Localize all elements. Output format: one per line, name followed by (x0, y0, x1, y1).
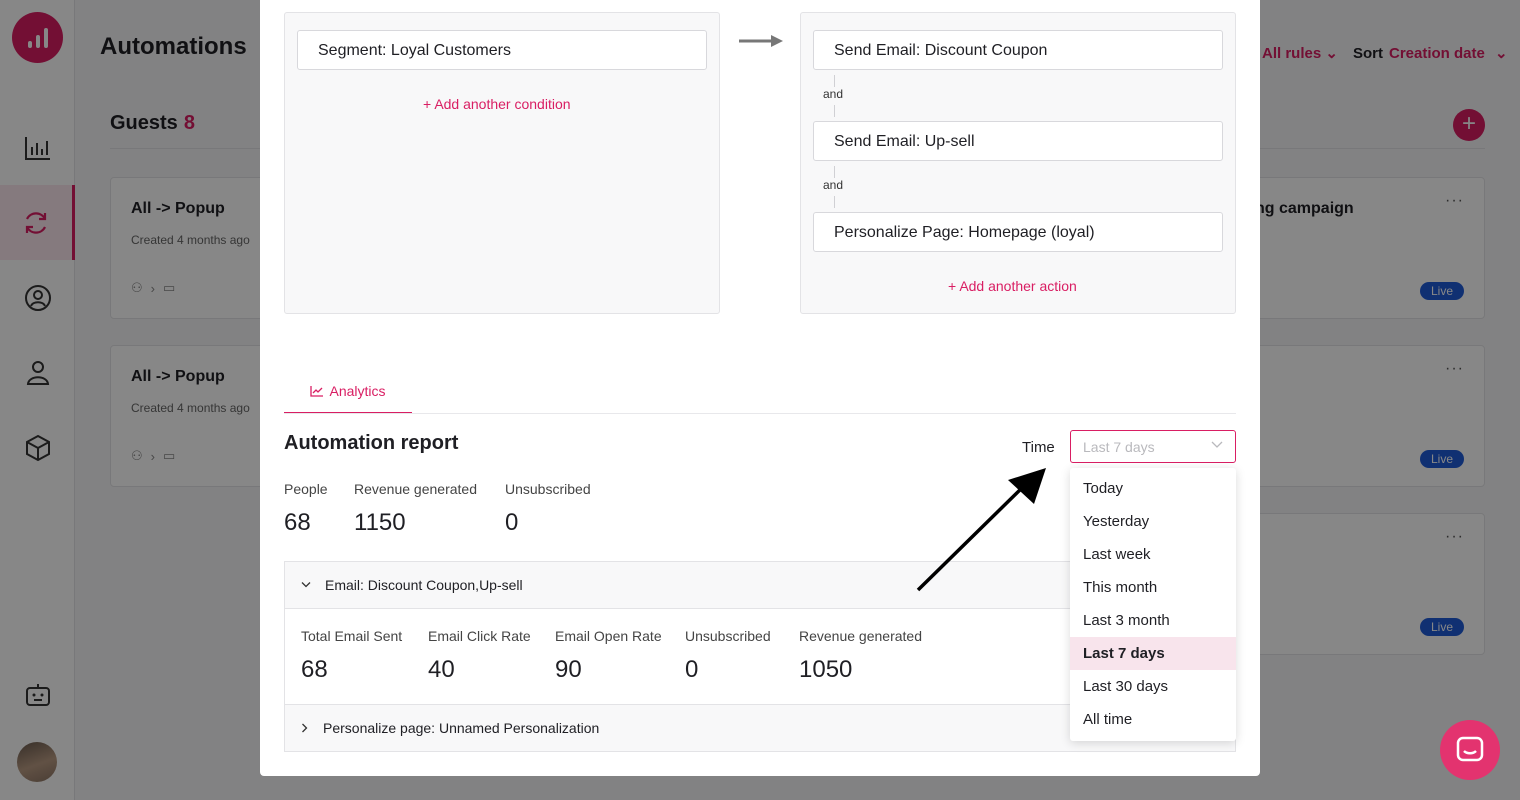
metric-label: People (284, 481, 328, 497)
arrow-right-icon (739, 35, 783, 47)
chat-button[interactable] (1440, 720, 1500, 780)
metric-value: 68 (301, 656, 328, 683)
action-item[interactable]: Personalize Page: Homepage (loyal) (813, 212, 1223, 252)
metric-open-rate: Email Open Rate 90 (555, 628, 662, 684)
chevron-right-icon (302, 723, 308, 733)
report-title: Automation report (284, 432, 459, 454)
add-condition-label: Add another condition (434, 96, 571, 112)
chat-icon (1456, 736, 1484, 762)
add-action-label: Add another action (959, 278, 1077, 294)
time-option-last-week[interactable]: Last week (1070, 538, 1236, 571)
metric-value: 68 (284, 509, 311, 536)
time-label: Time (1022, 439, 1055, 456)
connector-line (834, 105, 835, 117)
metric-value: 40 (428, 656, 455, 683)
tab-analytics[interactable]: Analytics (284, 370, 412, 414)
chevron-down-icon (301, 582, 311, 588)
metric-label: Revenue generated (799, 628, 922, 644)
plus-icon: + (423, 96, 432, 112)
metric-label: Unsubscribed (685, 628, 771, 644)
metric-label: Email Click Rate (428, 628, 531, 644)
connector-line (834, 166, 835, 178)
metric-total-sent: Total Email Sent 68 (301, 628, 402, 684)
time-option-last-7-days[interactable]: Last 7 days (1070, 637, 1236, 670)
time-option-last-3-month[interactable]: Last 3 month (1070, 604, 1236, 637)
action-item[interactable]: Send Email: Discount Coupon (813, 30, 1223, 70)
metric-label: Email Open Rate (555, 628, 662, 644)
metric-value: 1150 (354, 509, 406, 536)
time-select-value: Last 7 days (1083, 439, 1155, 455)
metric-value: 0 (505, 509, 519, 536)
add-condition-link[interactable]: + Add another condition (423, 96, 571, 112)
line-chart-icon (310, 386, 324, 397)
and-connector: and (823, 87, 844, 101)
plus-icon: + (948, 278, 957, 294)
personalize-section-title: Personalize page: Unnamed Personalizatio… (323, 720, 600, 736)
and-connector: and (823, 178, 844, 192)
metric-unsubscribed: Unsubscribed 0 (685, 628, 771, 684)
connector-line (834, 75, 835, 87)
time-option-last-30-days[interactable]: Last 30 days (1070, 670, 1236, 703)
add-action-link[interactable]: + Add another action (948, 278, 1077, 294)
time-select[interactable]: Last 7 days (1070, 430, 1236, 463)
tab-analytics-label: Analytics (329, 383, 386, 399)
metric-value: 90 (555, 656, 582, 683)
action-item[interactable]: Send Email: Up-sell (813, 121, 1223, 161)
metric-label: Revenue generated (354, 481, 477, 497)
metric-revenue: Revenue generated 1050 (799, 628, 922, 684)
annotation-arrow-icon (916, 468, 1046, 592)
connector-line (834, 196, 835, 208)
actions-panel: Send Email: Discount Coupon and Send Ema… (800, 12, 1236, 314)
metric-unsubscribed: Unsubscribed 0 (505, 481, 591, 537)
metric-click-rate: Email Click Rate 40 (428, 628, 531, 684)
metric-value: 1050 (799, 656, 853, 683)
condition-segment[interactable]: Segment: Loyal Customers (297, 30, 707, 70)
email-section-title: Email: Discount Coupon,Up-sell (325, 577, 523, 593)
metric-revenue: Revenue generated 1150 (354, 481, 477, 537)
time-option-yesterday[interactable]: Yesterday (1070, 505, 1236, 538)
time-dropdown: Today Yesterday Last week This month Las… (1070, 468, 1236, 741)
conditions-panel: Segment: Loyal Customers + Add another c… (284, 12, 720, 314)
metric-people: People 68 (284, 481, 328, 537)
time-option-all-time[interactable]: All time (1070, 703, 1236, 736)
chevron-down-icon (1211, 441, 1223, 448)
tab-divider (284, 413, 1236, 414)
time-option-today[interactable]: Today (1070, 472, 1236, 505)
metric-label: Total Email Sent (301, 628, 403, 644)
time-option-this-month[interactable]: This month (1070, 571, 1236, 604)
metric-value: 0 (685, 656, 699, 683)
metric-label: Unsubscribed (505, 481, 591, 497)
